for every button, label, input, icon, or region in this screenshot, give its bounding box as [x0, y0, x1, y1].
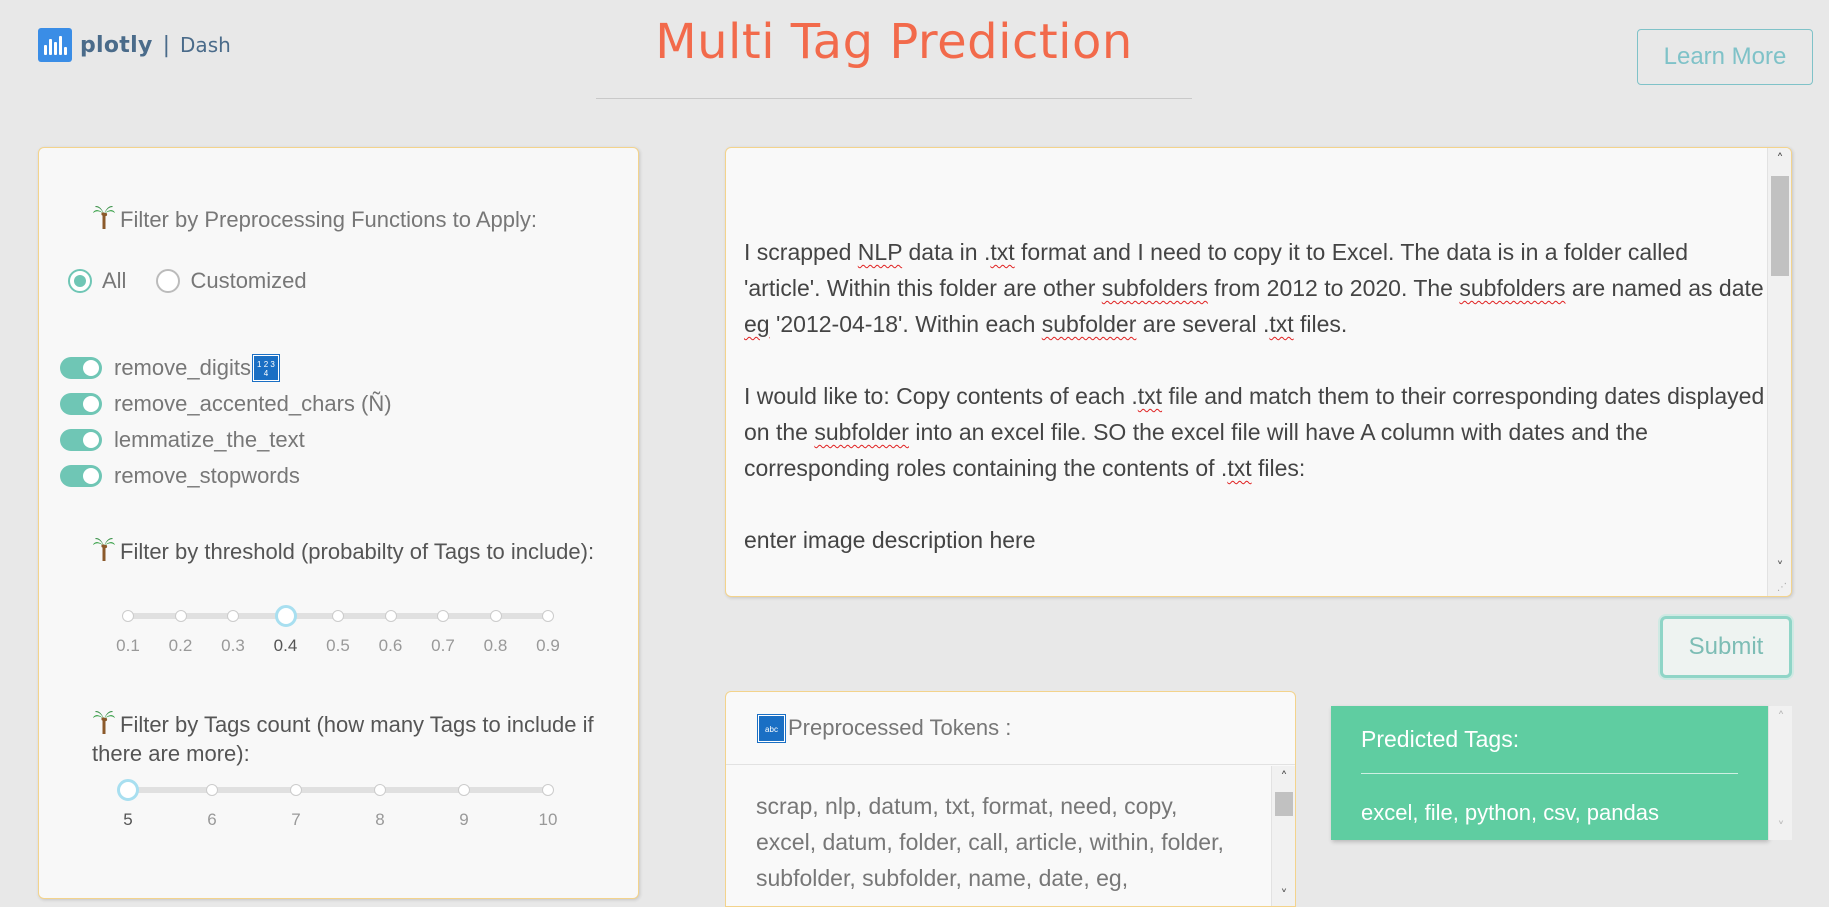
- remove-digits-label: remove_digits: [114, 355, 251, 380]
- threshold-slider-tick[interactable]: [437, 610, 449, 622]
- threshold-slider-tick[interactable]: [384, 610, 397, 622]
- tags-count-slider-mark-label: 8: [375, 810, 385, 829]
- scroll-up-icon[interactable]: ˄: [1768, 148, 1791, 172]
- toggle-row-remove-digits: remove_digits 1 2 3 4: [60, 350, 392, 386]
- lemmatize-label: lemmatize_the_text: [114, 427, 305, 452]
- tags-count-slider-mark-label: 7: [291, 810, 301, 829]
- threshold-slider-tick[interactable]: [174, 610, 187, 622]
- threshold-slider-mark-label: 0.3: [221, 636, 245, 655]
- predicted-tags-value: excel, file, python, csv, pandas: [1361, 800, 1659, 825]
- predicted-tags-title: Predicted Tags:: [1361, 726, 1520, 752]
- tags-count-slider-mark-label: 10: [538, 810, 558, 829]
- tokens-scrollbar[interactable]: ˄ ˅: [1271, 766, 1295, 906]
- tokens-header-label: Preprocessed Tokens :: [788, 715, 1012, 740]
- threshold-slider-mark-label: 0.7: [431, 636, 455, 655]
- threshold-slider-tick[interactable]: [227, 610, 239, 622]
- palm-tree-icon: [92, 709, 116, 735]
- input-numbers-icon: 1 2 3 4: [251, 354, 280, 382]
- question-textarea[interactable]: I scrapped NLP data in .txt format and I…: [725, 147, 1792, 597]
- scroll-down-icon[interactable]: ˅: [1272, 884, 1295, 906]
- remove-accented-toggle[interactable]: [60, 393, 102, 415]
- logo-brand: plotly: [80, 32, 153, 58]
- scrollbar-thumb[interactable]: [1771, 176, 1789, 276]
- threshold-slider-handle[interactable]: [274, 605, 297, 627]
- tags-count-filter-heading: Filter by Tags count (how many Tags to i…: [92, 709, 612, 768]
- learn-more-button[interactable]: Learn More: [1637, 29, 1813, 85]
- preprocessing-filter-heading: Filter by Preprocessing Functions to App…: [92, 204, 537, 234]
- palm-tree-icon: [92, 204, 116, 230]
- question-paragraph-1: I scrapped NLP data in .txt format and I…: [744, 239, 1764, 337]
- tokens-body: scrap, nlp, datum, txt, format, need, co…: [756, 793, 1224, 891]
- scroll-down-icon[interactable]: ˅: [1768, 556, 1791, 580]
- submit-button[interactable]: Submit: [1660, 616, 1792, 678]
- radio-customized-button[interactable]: [156, 269, 181, 293]
- question-paragraph-3: enter image description here: [744, 527, 1036, 553]
- threshold-slider-tick[interactable]: [332, 610, 344, 622]
- tags-count-slider-tick[interactable]: [206, 784, 218, 796]
- threshold-slider-tick[interactable]: [122, 610, 134, 622]
- tags-count-slider-mark-label: 9: [459, 810, 469, 829]
- tags-count-slider-tick[interactable]: [290, 784, 302, 796]
- tags-count-slider-tick[interactable]: [458, 784, 470, 796]
- scrollbar-thumb[interactable]: [1275, 792, 1293, 816]
- tags-count-slider-handle[interactable]: [117, 779, 139, 801]
- threshold-slider-mark-label: 0.1: [116, 636, 140, 655]
- threshold-filter-heading: Filter by threshold (probabilty of Tags …: [92, 536, 612, 566]
- resize-grip-icon[interactable]: ⋰: [1777, 582, 1789, 594]
- threshold-slider-tick[interactable]: [542, 610, 554, 622]
- radio-customized-label: Customized: [190, 268, 307, 293]
- threshold-filter-label: Filter by threshold (probabilty of Tags …: [120, 539, 595, 564]
- threshold-slider[interactable]: [122, 605, 554, 627]
- plotly-dash-logo[interactable]: plotly | Dash: [38, 28, 231, 62]
- toggle-row-remove-accented: remove_accented_chars (Ñ): [60, 386, 392, 422]
- tokens-header: abc Preprocessed Tokens :: [726, 692, 1295, 765]
- threshold-slider-tick[interactable]: [489, 610, 502, 622]
- textarea-scrollbar[interactable]: ˄ ˅: [1767, 148, 1791, 596]
- threshold-slider-mark-label: 0.6: [378, 636, 403, 655]
- palm-tree-icon: [92, 536, 116, 562]
- remove-digits-toggle[interactable]: [60, 357, 102, 379]
- threshold-slider-mark-label: 0.2: [168, 636, 193, 655]
- radio-option-customized[interactable]: Customized: [156, 268, 307, 294]
- toggle-row-remove-stopwords: remove_stopwords: [60, 458, 392, 494]
- predicted-tags-container: Predicted Tags: excel, file, python, csv…: [1331, 706, 1792, 840]
- preprocessed-tokens-panel: abc Preprocessed Tokens : scrap, nlp, da…: [725, 691, 1296, 907]
- lemmatize-toggle[interactable]: [60, 429, 102, 451]
- toggle-row-lemmatize: lemmatize_the_text: [60, 422, 392, 458]
- tags-count-slider-tick[interactable]: [374, 784, 386, 796]
- tags-count-filter-label: Filter by Tags count (how many Tags to i…: [92, 712, 594, 766]
- scroll-up-icon[interactable]: ˄: [1769, 706, 1793, 730]
- preprocessing-filter-label: Filter by Preprocessing Functions to App…: [120, 207, 537, 232]
- preprocessing-radio-group: All Customized: [68, 268, 307, 294]
- preprocessing-toggle-list: remove_digits 1 2 3 4 remove_accented_ch…: [60, 350, 392, 494]
- input-latin-letters-icon: abc: [757, 713, 786, 743]
- tags-count-slider-tick[interactable]: [542, 784, 554, 796]
- threshold-slider-mark-label: 0.5: [326, 636, 350, 655]
- question-paragraph-2: I would like to: Copy contents of each .…: [744, 383, 1765, 481]
- threshold-slider-mark-label: 0.8: [483, 636, 508, 655]
- predicted-tags-panel: Predicted Tags: excel, file, python, csv…: [1331, 706, 1768, 840]
- logo-product: Dash: [180, 33, 231, 57]
- threshold-slider-mark-label: 0.9: [536, 636, 560, 655]
- radio-option-all[interactable]: All: [68, 268, 126, 294]
- scroll-down-icon[interactable]: ˅: [1769, 816, 1793, 840]
- radio-all-label: All: [102, 268, 127, 293]
- tags-count-slider-mark-label: 5: [123, 810, 133, 829]
- tags-count-slider-mark-label: 6: [207, 810, 217, 829]
- remove-stopwords-toggle[interactable]: [60, 465, 102, 487]
- threshold-slider-mark-label: 0.4: [273, 636, 298, 655]
- plotly-logo-icon: [38, 28, 72, 62]
- tags-count-slider[interactable]: [117, 779, 554, 801]
- logo-separator: |: [162, 32, 171, 58]
- remove-accented-label: remove_accented_chars (Ñ): [114, 391, 392, 416]
- radio-all-button[interactable]: [68, 269, 92, 293]
- remove-stopwords-label: remove_stopwords: [114, 463, 300, 488]
- title-divider: [596, 98, 1192, 99]
- predicted-tags-scrollbar[interactable]: ˄ ˅: [1768, 706, 1792, 840]
- page-title: Multi Tag Prediction: [655, 14, 1133, 70]
- predicted-tags-divider: [1361, 773, 1738, 774]
- question-text[interactable]: I scrapped NLP data in .txt format and I…: [744, 234, 1769, 594]
- scroll-up-icon[interactable]: ˄: [1272, 766, 1295, 790]
